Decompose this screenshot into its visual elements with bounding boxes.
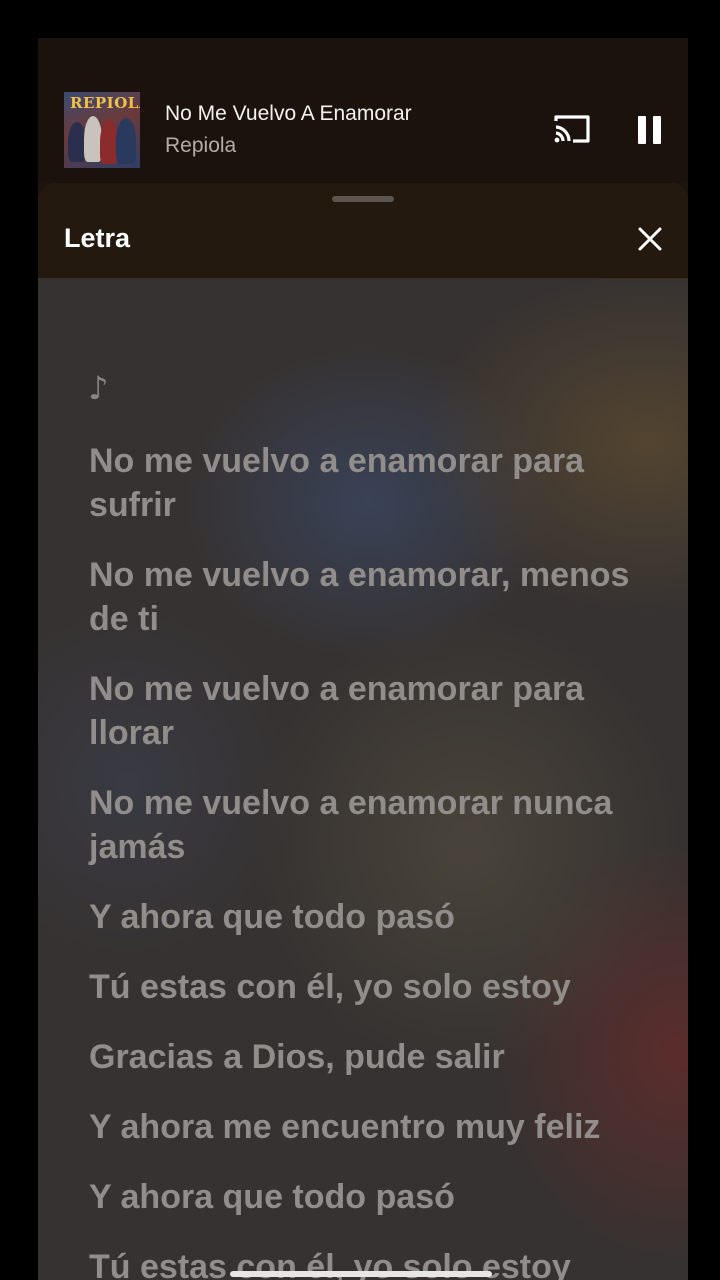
lyric-line[interactable]: Y ahora que todo pasó [89, 1175, 654, 1219]
close-button[interactable] [634, 223, 666, 255]
music-app: REPIOLA No Me Vuelvo A Enamorar Repiola [38, 38, 688, 1280]
track-artist[interactable]: Repiola [165, 134, 236, 158]
lyric-line[interactable]: No me vuelvo a enamorar para sufrir [89, 439, 654, 527]
lyric-line[interactable]: Y ahora me encuentro muy feliz [89, 1105, 654, 1149]
close-icon [638, 227, 662, 251]
lyric-line[interactable]: Tú estas con él, yo solo estoy [89, 965, 654, 1009]
home-indicator[interactable] [230, 1271, 492, 1277]
album-art-logo-text: REPIOLA [70, 94, 140, 112]
lyric-line[interactable]: Gracias a Dios, pude salir [89, 1035, 654, 1079]
track-title[interactable]: No Me Vuelvo A Enamorar [165, 102, 412, 126]
lyric-line[interactable]: No me vuelvo a enamorar, menos de ti [89, 553, 654, 641]
pause-icon [638, 116, 661, 144]
lyric-line[interactable]: No me vuelvo a enamorar nunca jamás [89, 781, 654, 869]
cast-button[interactable] [552, 112, 592, 146]
pause-button[interactable] [636, 114, 664, 146]
lyrics-sheet-header: Letra [38, 183, 688, 279]
lyric-line[interactable]: Y ahora que todo pasó [89, 895, 654, 939]
album-art-figure [116, 118, 136, 164]
cast-icon [554, 115, 590, 143]
lyrics-sheet[interactable]: Letra ♪ No me vuelvo a enamorar para suf… [38, 183, 688, 1280]
music-note-icon: ♪ [88, 369, 109, 407]
mini-player[interactable]: REPIOLA No Me Vuelvo A Enamorar Repiola [38, 38, 688, 183]
lyrics-sheet-title: Letra [64, 223, 131, 253]
album-art[interactable]: REPIOLA [64, 92, 140, 168]
drag-handle[interactable] [332, 196, 394, 202]
lyric-line[interactable]: No me vuelvo a enamorar para llorar [89, 667, 654, 755]
